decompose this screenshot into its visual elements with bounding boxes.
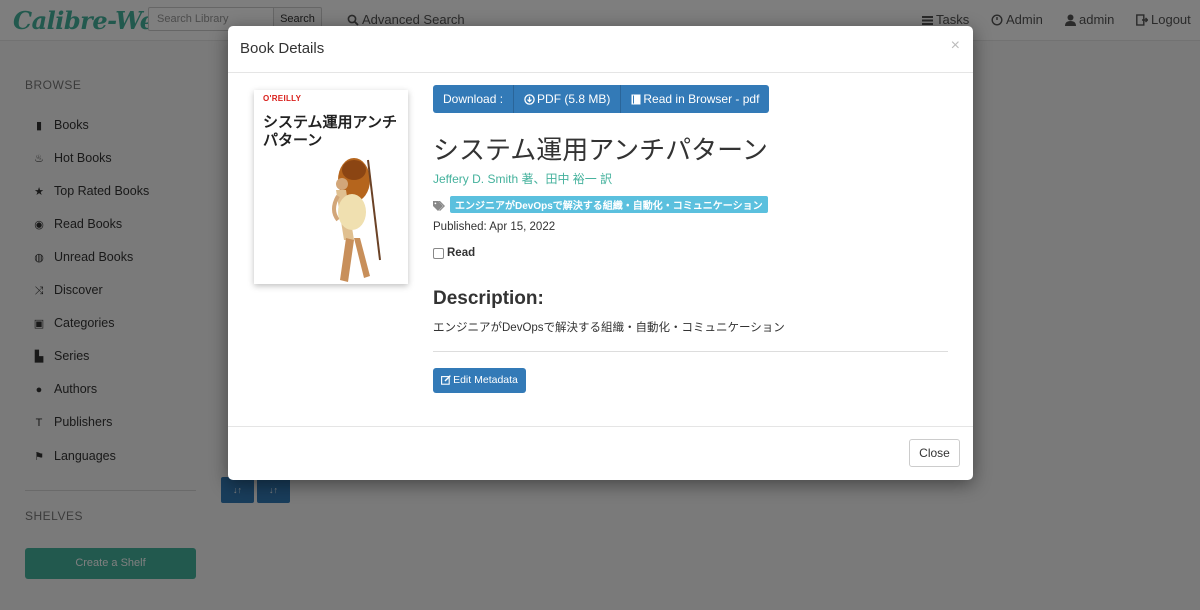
description-heading: Description: <box>433 288 544 309</box>
description-text: エンジニアがDevOpsで解決する組織・自動化・コミュニケーション <box>433 322 785 334</box>
description-divider <box>433 351 948 352</box>
close-icon[interactable]: × <box>951 38 960 54</box>
tags-icon <box>433 201 445 211</box>
tag-row: エンジニアがDevOpsで解決する組織・自動化・コミュニケーション <box>433 196 768 213</box>
modal-header: Book Details × <box>228 26 973 73</box>
read-label: Read <box>447 247 476 259</box>
download-pdf-label: PDF (5.8 MB) <box>537 92 611 106</box>
edit-icon <box>441 375 451 385</box>
download-label: Download : <box>433 85 515 113</box>
book-icon <box>631 94 641 105</box>
book-cover: O'REILLY システム運用アンチパターン <box>254 90 408 284</box>
published-date: Published: Apr 15, 2022 <box>433 221 556 233</box>
download-button-group: Download : PDF (5.8 MB) Read in Browser … <box>433 85 770 113</box>
book-title: システム運用アンチパターン <box>433 135 768 165</box>
book-authors[interactable]: Jeffery D. Smith 著、田中 裕一 訳 <box>433 170 612 187</box>
modal-title: Book Details <box>240 40 325 57</box>
read-in-browser-button[interactable]: Read in Browser - pdf <box>621 85 770 113</box>
download-icon <box>524 94 535 105</box>
book-details-modal: Book Details × O'REILLY システム運用アンチパターン Do… <box>228 26 973 480</box>
edit-metadata-label: Edit Metadata <box>453 374 518 386</box>
close-button[interactable]: Close <box>909 439 960 467</box>
modal-footer-divider <box>228 426 973 427</box>
download-pdf-button[interactable]: PDF (5.8 MB) <box>514 85 622 113</box>
read-in-browser-label: Read in Browser - pdf <box>643 92 760 106</box>
edit-metadata-button[interactable]: Edit Metadata <box>433 368 526 393</box>
category-tag[interactable]: エンジニアがDevOpsで解決する組織・自動化・コミュニケーション <box>450 196 768 213</box>
cover-illustration <box>332 158 381 282</box>
read-checkbox[interactable] <box>433 247 444 259</box>
read-toggle[interactable]: Read <box>433 247 475 259</box>
